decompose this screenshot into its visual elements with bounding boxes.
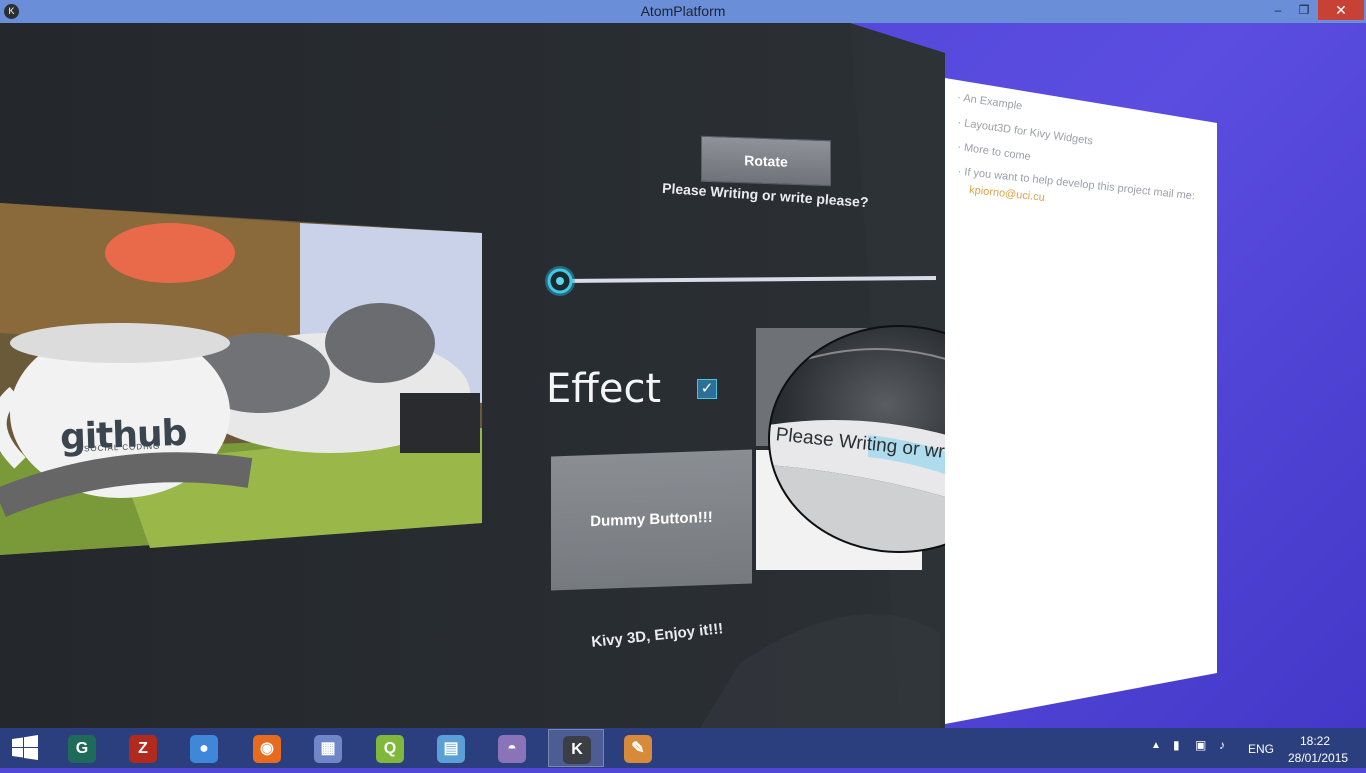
pidgin-icon: ◓: [498, 735, 526, 763]
disk-icon: ▦: [314, 735, 342, 763]
filezilla-app-button[interactable]: Z: [115, 729, 171, 767]
chrome-app-button[interactable]: ●: [176, 729, 232, 767]
close-button[interactable]: ✕: [1318, 0, 1364, 20]
chrome-icon: ●: [190, 735, 218, 763]
window-title: AtomPlatform: [640, 3, 726, 19]
start-button[interactable]: [0, 728, 52, 768]
firefox-app-button[interactable]: ◉: [239, 729, 295, 767]
firefox-icon: ◉: [253, 735, 281, 763]
filezilla-icon: Z: [129, 735, 157, 763]
terminal-app-button[interactable]: G: [54, 729, 110, 767]
volume-muted-icon[interactable]: ♪: [1219, 738, 1225, 752]
effect-checkbox[interactable]: ✓: [697, 379, 717, 399]
qt-icon: Q: [376, 735, 404, 763]
clock-date[interactable]: 28/01/2015: [1288, 751, 1348, 765]
network-icon[interactable]: ▣: [1195, 738, 1206, 752]
paint-icon: ✎: [624, 735, 652, 763]
control-panel-app-button[interactable]: ▤: [423, 729, 479, 767]
clock-time[interactable]: 18:22: [1300, 734, 1330, 748]
dummy-button[interactable]: Dummy Button!!!: [551, 449, 752, 591]
kivy-app-button[interactable]: K: [548, 729, 604, 767]
pidgin-app-button[interactable]: ◓: [484, 729, 540, 767]
app-stage: github SOCIAL CODING Rotate Please Writi…: [0, 23, 1366, 728]
slider[interactable]: [543, 266, 943, 296]
language-indicator[interactable]: ENG: [1248, 742, 1274, 756]
camera-image: [0, 203, 482, 555]
terminal-icon: G: [68, 735, 96, 763]
kivy-icon: K: [563, 736, 591, 764]
restore-button[interactable]: ❐: [1291, 0, 1317, 20]
windows-logo-icon: [12, 735, 38, 760]
effect-label: Effect: [546, 366, 662, 412]
document-panel: · An Example · Layout3D for Kivy Widgets…: [945, 78, 1217, 724]
paint-app-button[interactable]: ✎: [610, 729, 666, 767]
control-panel-icon: ▤: [437, 735, 465, 763]
taskbar: G Z ● ◉ ▦ Q ▤ ◓ K ✎ ▲ ▮ ▣ ♪ ENG 18:22 28/01/2015: [0, 728, 1366, 768]
minimize-button[interactable]: –: [1265, 0, 1291, 20]
qtcreator-app-button[interactable]: Q: [362, 729, 418, 767]
battery-icon[interactable]: ▮: [1173, 738, 1180, 752]
rotate-button[interactable]: Rotate: [701, 135, 831, 187]
window-titlebar: K AtomPlatform – ❐ ✕: [0, 0, 1366, 23]
show-hidden-icons-icon[interactable]: ▲: [1151, 740, 1161, 751]
disk-app-button[interactable]: ▦: [300, 729, 356, 767]
